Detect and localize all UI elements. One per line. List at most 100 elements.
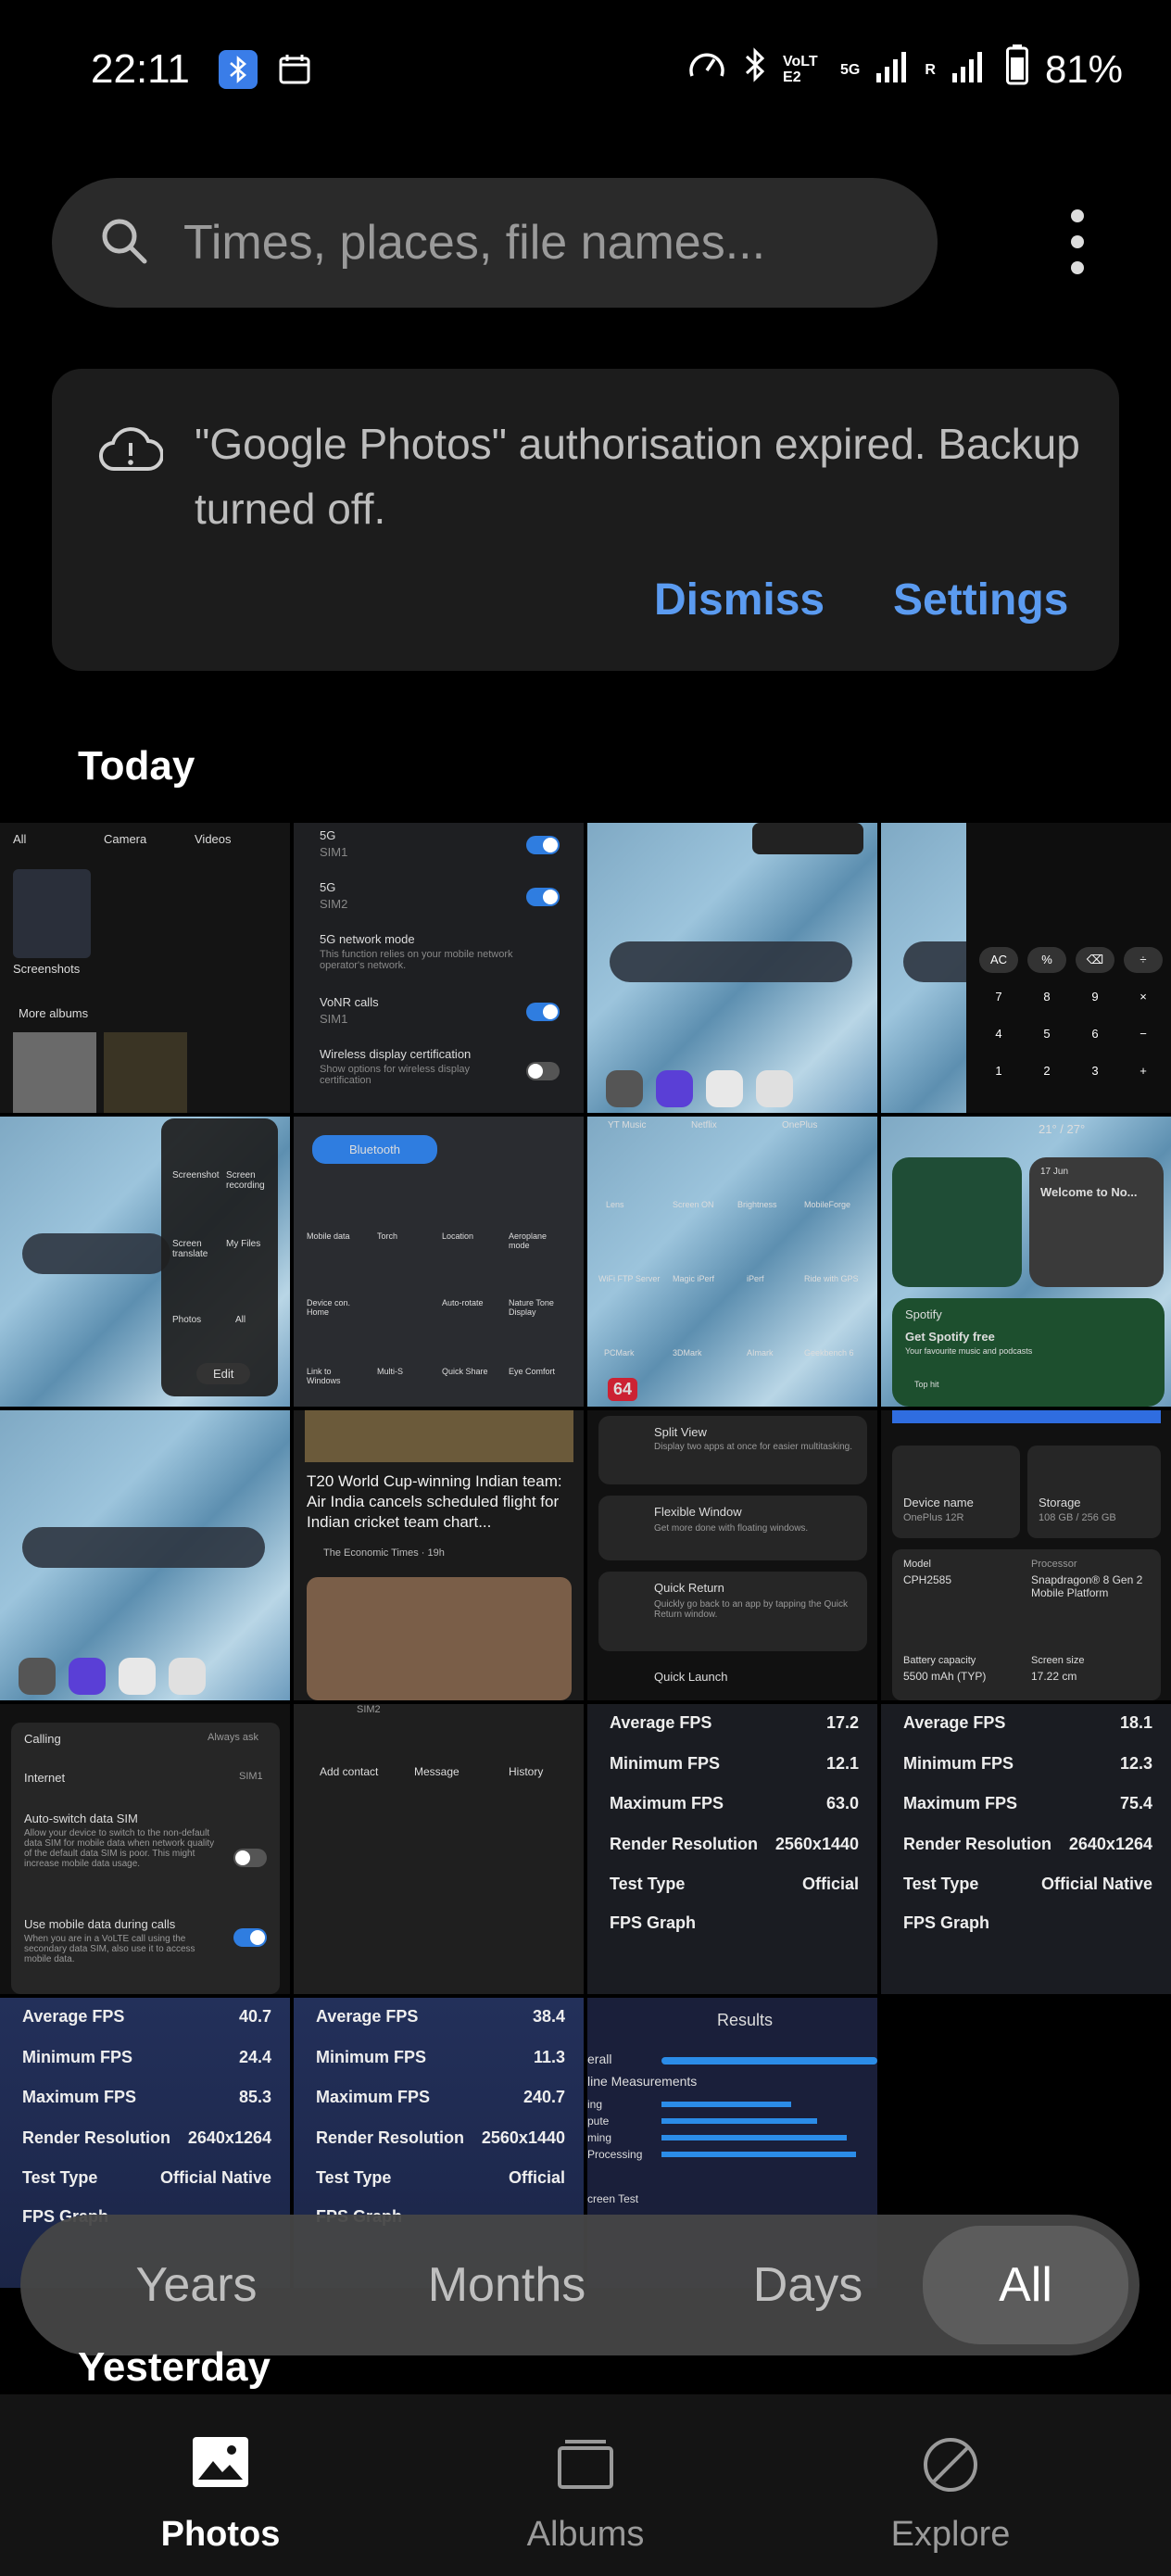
thumb-text: Flexible Window	[654, 1505, 742, 1519]
thumb-text: 108 GB / 256 GB	[1039, 1512, 1116, 1523]
thumb-text: Top hit	[914, 1380, 939, 1389]
view-days-option[interactable]: Days	[678, 2215, 938, 2355]
photo-thumbnail[interactable]: AC % ⌫ ÷ 7 8 9 × 4 5 6 − 1 2 3 +	[881, 823, 1171, 1113]
thumb-text: Your favourite music and podcasts	[905, 1346, 1033, 1356]
thumb-text: Test Type	[610, 1875, 686, 1893]
thumb-text: 2640x1264	[187, 2128, 271, 2147]
thumb-text: Get Spotify free	[905, 1330, 995, 1344]
thumb-text: T20 World Cup-winning Indian team: Air I…	[307, 1472, 562, 1531]
photo-thumbnail[interactable]: 21° / 27° 17 Jun Welcome to No... Spotif…	[881, 1117, 1171, 1407]
thumb-text: 75.4	[1119, 1794, 1152, 1812]
thumb-text: Render Resolution	[903, 1835, 1052, 1853]
thumb-text: line Measurements	[587, 2074, 698, 2089]
photo-thumbnail[interactable]: Average FPS 17.2 Minimum FPS 12.1 Maximum …	[587, 1704, 877, 1994]
thumb-text: erall	[587, 2052, 612, 2066]
thumb-text: Test Type	[903, 1875, 979, 1893]
thumb-text: More albums	[19, 1006, 89, 1020]
photo-thumbnail[interactable]: T20 World Cup-winning Indian team: Air I…	[294, 1410, 584, 1700]
thumb-text: My Files	[226, 1239, 261, 1249]
photo-thumbnail[interactable]: Bluetooth Mobile data Torch Location Aer…	[294, 1117, 584, 1407]
thumb-text: Test Type	[22, 2168, 98, 2187]
thumb-text: Geekbench 6	[804, 1348, 854, 1357]
bluetooth-notification-icon	[219, 50, 258, 89]
thumb-text: 5G	[320, 880, 336, 894]
thumb-text: All	[13, 832, 27, 846]
thumb-text: Screenshots	[13, 962, 81, 976]
thumb-text: 12.1	[825, 1754, 859, 1773]
thumb-text: Minimum FPS	[22, 2048, 133, 2066]
view-months-option[interactable]: Months	[363, 2215, 650, 2355]
thumb-text: Use mobile data during calls	[24, 1917, 176, 1931]
notice-message: "Google Photos" authorisation expired. B…	[195, 420, 1080, 533]
thumb-text: creen Test	[587, 2192, 639, 2205]
albums-icon	[556, 2435, 615, 2494]
view-years-option[interactable]: Years	[57, 2215, 335, 2355]
search-input[interactable]: Times, places, file names...	[183, 215, 765, 271]
thumb-text: MobileForge	[804, 1200, 851, 1209]
thumb-text: Average FPS	[316, 2007, 419, 2026]
photo-thumbnail[interactable]	[0, 1410, 290, 1700]
settings-button[interactable]: Settings	[893, 575, 1068, 625]
thumb-text: Screenshot	[172, 1170, 220, 1181]
thumb-text: Battery capacity	[903, 1655, 976, 1666]
thumb-text: 5G network mode	[320, 932, 415, 946]
thumb-text: FPS Graph	[903, 1913, 990, 1932]
thumb-text: 18.1	[1119, 1713, 1152, 1732]
thumb-text: CPH2585	[903, 1573, 952, 1586]
thumb-text: SIM1	[320, 1012, 348, 1026]
thumb-text: VoNR calls	[320, 995, 379, 1009]
battery-percent: 81%	[1044, 47, 1123, 91]
photo-thumbnail[interactable]: 5G SIM1 5G SIM2 5G network mode This fun…	[294, 823, 584, 1113]
thumb-text: 5500 mAh (TYP)	[903, 1670, 987, 1683]
thumb-text: Always ask	[208, 1732, 259, 1743]
thumb-text: Bluetooth	[312, 1135, 437, 1164]
thumb-text: Ride with GPS	[804, 1274, 859, 1283]
search-bar[interactable]: Times, places, file names...	[52, 178, 938, 308]
thumb-text: Maximum FPS	[903, 1794, 1018, 1812]
nav-albums[interactable]: Albums	[447, 2394, 724, 2576]
thumb-text: YT Music	[608, 1120, 647, 1130]
view-all-option[interactable]: All	[923, 2226, 1128, 2344]
thumb-text: Official	[508, 2168, 565, 2187]
calendar-notification-icon	[278, 54, 311, 90]
thumb-text: 2640x1264	[1068, 1835, 1152, 1853]
thumb-text: Nature Tone Display	[509, 1298, 554, 1317]
photo-thumbnail[interactable]	[587, 823, 877, 1113]
thumb-text: 63.0	[825, 1794, 859, 1812]
photo-thumbnail[interactable]: Device name OnePlus 12R Storage 108 GB /…	[881, 1410, 1171, 1700]
thumb-text: Mobile data	[307, 1231, 350, 1241]
photo-thumbnail[interactable]: SIM2 Add contact Message History	[294, 1704, 584, 1994]
nav-explore[interactable]: Explore	[812, 2394, 1089, 2576]
photo-thumbnail[interactable]: YT Music Netflix OnePlus Lens Screen ON …	[587, 1117, 877, 1407]
thumb-text: Auto-switch data SIM	[24, 1812, 138, 1825]
bluetooth-icon	[744, 46, 766, 93]
thumb-text: Device name	[903, 1496, 974, 1509]
thumb-text: Camera	[104, 832, 147, 846]
nav-photos[interactable]: Photos	[82, 2394, 359, 2576]
thumb-text: 38.4	[532, 2007, 565, 2026]
photos-icon	[191, 2435, 250, 2494]
view-mode-selector: Years Months Days All	[20, 2215, 1140, 2355]
cloud-warning-icon	[98, 423, 164, 483]
thumb-text: 2560x1440	[774, 1835, 859, 1853]
thumb-text: 21° / 27°	[1039, 1122, 1086, 1136]
thumb-text: The Economic Times · 19h	[323, 1547, 445, 1559]
thumb-text: Message	[414, 1765, 460, 1778]
bottom-navigation: Photos Albums Explore	[0, 2394, 1171, 2576]
thumb-text: AImark	[747, 1348, 774, 1357]
photo-thumbnail[interactable]: Calling Always ask Internet SIM1 Auto-sw…	[0, 1704, 290, 1994]
photo-thumbnail[interactable]: Average FPS 18.1 Minimum FPS 12.3 Maximum …	[881, 1704, 1171, 1994]
more-options-icon[interactable]	[1064, 209, 1091, 274]
thumb-text: Device con. Home	[307, 1298, 351, 1317]
thumb-text: Location	[442, 1231, 474, 1241]
network-type-label: 5G	[840, 61, 861, 78]
thumb-text: Quick Share	[442, 1367, 488, 1376]
thumb-text: PCMark	[604, 1348, 635, 1357]
dismiss-button[interactable]: Dismiss	[654, 575, 825, 625]
thumb-text: 12.3	[1119, 1754, 1152, 1773]
thumb-text: 17.2	[825, 1713, 859, 1732]
thumb-text: Render Resolution	[22, 2128, 171, 2147]
photo-thumbnail[interactable]: All Camera Videos Screenshots More album…	[0, 823, 290, 1113]
photo-thumbnail[interactable]: Screenshot Screen recording Screen trans…	[0, 1117, 290, 1407]
photo-thumbnail[interactable]: Split View Display two apps at once for …	[587, 1410, 877, 1700]
